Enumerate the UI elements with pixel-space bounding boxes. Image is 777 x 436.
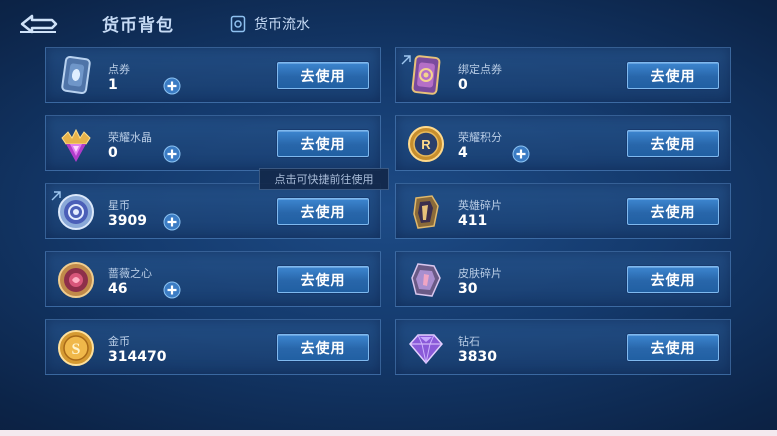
glory-crystal-icon — [54, 122, 98, 166]
use-tooltip: 点击可快捷前往使用 — [259, 168, 389, 190]
diamond-icon — [404, 326, 448, 370]
currency-card-bound-coupon: 绑定点券 0 去使用 — [395, 47, 731, 103]
plus-icon — [163, 281, 181, 299]
currency-card-star-coin: 星币 3909 去使用 — [45, 183, 381, 239]
use-button[interactable]: 去使用 — [627, 334, 719, 361]
currency-ledger-link[interactable]: 货币流水 — [230, 14, 310, 34]
plus-icon — [163, 213, 181, 231]
back-button[interactable] — [18, 10, 60, 36]
add-currency-button[interactable] — [163, 281, 181, 299]
currency-value: 314470 — [108, 349, 167, 365]
currency-card-glory-points: R 荣耀积分 4 去使用 — [395, 115, 731, 171]
currency-value: 0 — [108, 145, 118, 161]
skin-fragment-icon — [404, 258, 448, 302]
use-button[interactable]: 去使用 — [627, 198, 719, 225]
currency-name: 英雄碎片 — [458, 199, 502, 212]
currency-card-skin-fragment: 皮肤碎片 30 去使用 — [395, 251, 731, 307]
currency-value: 0 — [458, 77, 468, 93]
star-coin-icon — [54, 190, 98, 234]
svg-text:R: R — [421, 137, 431, 152]
plus-icon — [163, 77, 181, 95]
currency-card-glory-crystal: 荣耀水晶 0 去使用 — [45, 115, 381, 171]
currency-value: 3830 — [458, 349, 497, 365]
plus-icon — [163, 145, 181, 163]
currency-card-rose-heart: 蔷薇之心 46 去使用 — [45, 251, 381, 307]
currency-name: 荣耀积分 — [458, 131, 502, 144]
add-currency-button[interactable] — [163, 145, 181, 163]
currency-value: 411 — [458, 213, 488, 229]
currency-name: 蔷薇之心 — [108, 267, 152, 280]
coupon-icon — [54, 54, 98, 98]
use-button[interactable]: 去使用 — [627, 62, 719, 89]
currency-value: 3909 — [108, 213, 147, 229]
currency-card-hero-fragment: 英雄碎片 411 去使用 — [395, 183, 731, 239]
use-button[interactable]: 去使用 — [277, 130, 369, 157]
add-currency-button[interactable] — [163, 213, 181, 231]
currency-value: 1 — [108, 77, 118, 93]
currency-value: 30 — [458, 281, 478, 297]
currency-name: 金币 — [108, 335, 130, 348]
use-button[interactable]: 去使用 — [277, 266, 369, 293]
page-title: 货币背包 — [102, 16, 174, 36]
use-button[interactable]: 去使用 — [277, 198, 369, 225]
currency-name: 钻石 — [458, 335, 480, 348]
back-arrow-icon — [20, 14, 58, 34]
currency-name: 荣耀水晶 — [108, 131, 152, 144]
currency-name: 星币 — [108, 199, 130, 212]
currency-name: 绑定点券 — [458, 63, 502, 76]
glory-points-icon: R — [404, 122, 448, 166]
ledger-icon — [230, 15, 246, 33]
rose-heart-icon — [54, 258, 98, 302]
hero-fragment-icon — [404, 190, 448, 234]
use-button[interactable]: 去使用 — [627, 266, 719, 293]
currency-name: 点券 — [108, 63, 130, 76]
currency-card-gold-coin: S 金币 314470 去使用 — [45, 319, 381, 375]
ledger-label: 货币流水 — [254, 17, 310, 33]
add-currency-button[interactable] — [512, 145, 530, 163]
currency-name: 皮肤碎片 — [458, 267, 502, 280]
currency-card-coupon: 点券 1 去使用 — [45, 47, 381, 103]
svg-text:S: S — [72, 341, 81, 358]
currency-value: 46 — [108, 281, 128, 297]
bound-coupon-icon — [404, 54, 448, 98]
bottom-strip — [0, 430, 777, 436]
add-currency-button[interactable] — [163, 77, 181, 95]
gold-coin-icon: S — [54, 326, 98, 370]
use-button[interactable]: 去使用 — [277, 62, 369, 89]
use-button[interactable]: 去使用 — [627, 130, 719, 157]
currency-card-diamond: 钻石 3830 去使用 — [395, 319, 731, 375]
currency-value: 4 — [458, 145, 468, 161]
use-button[interactable]: 去使用 — [277, 334, 369, 361]
plus-icon — [512, 145, 530, 163]
